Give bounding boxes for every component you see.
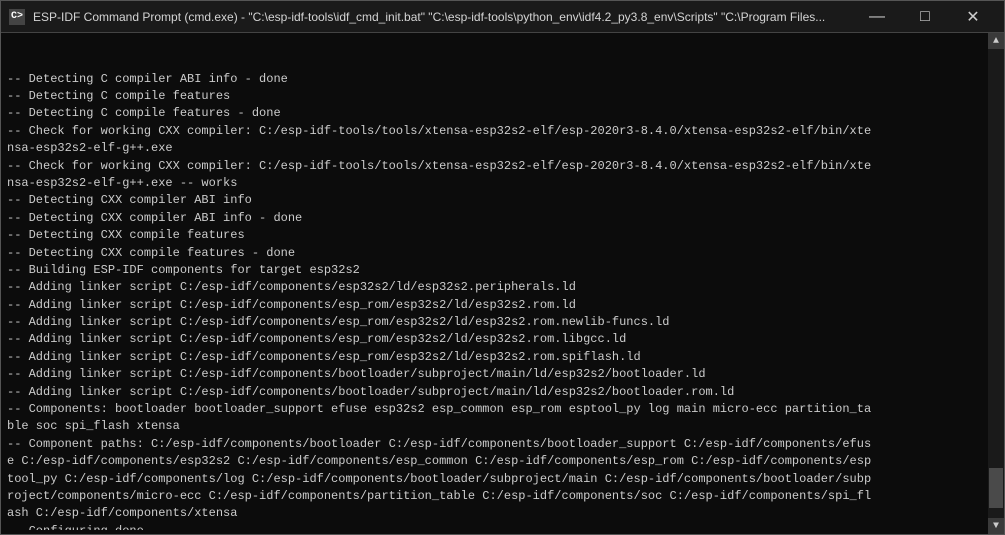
console-body: -- Detecting C compiler ABI info - done-… (1, 33, 1004, 534)
minimize-button[interactable]: — (854, 1, 900, 33)
window-controls: — □ ✕ (854, 1, 996, 33)
console-line: -- Detecting CXX compiler ABI info (7, 192, 998, 209)
console-line: -- Adding linker script C:/esp-idf/compo… (7, 314, 998, 331)
title-bar: C> ESP-IDF Command Prompt (cmd.exe) - "C… (1, 1, 1004, 33)
console-line: roject/components/micro-ecc C:/esp-idf/c… (7, 488, 998, 505)
console-line: -- Detecting C compile features (7, 88, 998, 105)
console-line: tool_py C:/esp-idf/components/log C:/esp… (7, 471, 998, 488)
console-line: -- Detecting C compile features - done (7, 105, 998, 122)
console-line: -- Adding linker script C:/esp-idf/compo… (7, 366, 998, 383)
console-line: nsa-esp32s2-elf-g++.exe -- works (7, 175, 998, 192)
console-line: -- Components: bootloader bootloader_sup… (7, 401, 998, 418)
window-icon: C> (9, 9, 25, 25)
console-line: ash C:/esp-idf/components/xtensa (7, 505, 998, 522)
console-line: -- Adding linker script C:/esp-idf/compo… (7, 384, 998, 401)
maximize-button[interactable]: □ (902, 1, 948, 33)
console-line: -- Detecting CXX compiler ABI info - don… (7, 210, 998, 227)
main-window: C> ESP-IDF Command Prompt (cmd.exe) - "C… (0, 0, 1005, 535)
console-line: -- Adding linker script C:/esp-idf/compo… (7, 297, 998, 314)
console-line: -- Building ESP-IDF components for targe… (7, 262, 998, 279)
console-line: -- Adding linker script C:/esp-idf/compo… (7, 349, 998, 366)
scrollbar-track[interactable] (988, 49, 1004, 518)
vertical-scrollbar[interactable]: ▲ ▼ (988, 33, 1004, 534)
console-output: -- Detecting C compiler ABI info - done-… (7, 37, 998, 530)
scroll-down-button[interactable]: ▼ (988, 518, 1004, 534)
console-line: ble soc spi_flash xtensa (7, 418, 998, 435)
scroll-up-button[interactable]: ▲ (988, 33, 1004, 49)
console-line: e C:/esp-idf/components/esp32s2 C:/esp-i… (7, 453, 998, 470)
console-line: -- Component paths: C:/esp-idf/component… (7, 436, 998, 453)
console-line: -- Detecting CXX compile features (7, 227, 998, 244)
console-line: -- Check for working CXX compiler: C:/es… (7, 158, 998, 175)
console-line: -- Detecting CXX compile features - done (7, 245, 998, 262)
console-line: -- Configuring done (7, 523, 998, 530)
close-button[interactable]: ✕ (950, 1, 996, 33)
window-title: ESP-IDF Command Prompt (cmd.exe) - "C:\e… (33, 10, 854, 24)
console-line: -- Adding linker script C:/esp-idf/compo… (7, 279, 998, 296)
console-line: -- Detecting C compiler ABI info - done (7, 71, 998, 88)
console-line: -- Adding linker script C:/esp-idf/compo… (7, 331, 998, 348)
scrollbar-thumb[interactable] (989, 468, 1003, 508)
console-line: nsa-esp32s2-elf-g++.exe (7, 140, 998, 157)
console-line: -- Check for working CXX compiler: C:/es… (7, 123, 998, 140)
